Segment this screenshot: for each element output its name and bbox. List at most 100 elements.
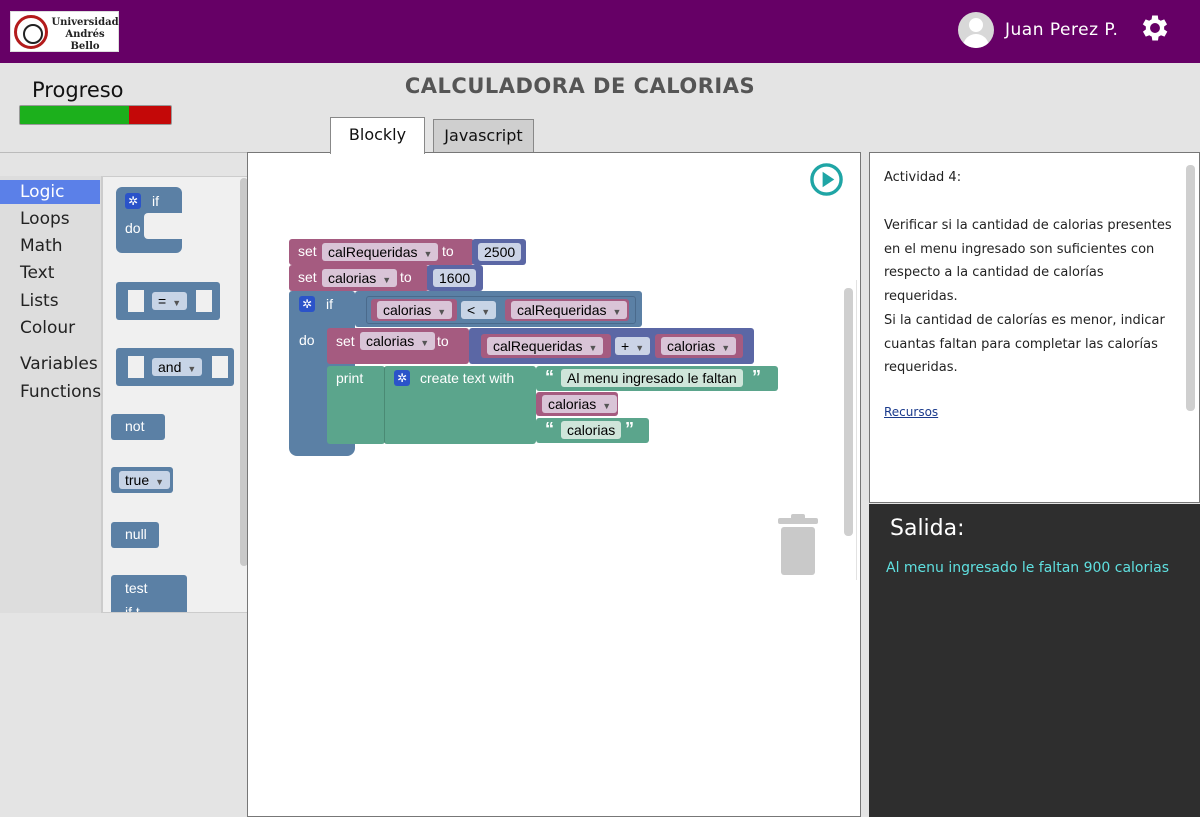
- arithmetic-op: +: [621, 338, 630, 354]
- and-slot-left: [128, 356, 144, 378]
- resources-link[interactable]: Recursos: [884, 405, 938, 419]
- arithmetic-block[interactable]: calRequeridas ▼ + ▼ calorias ▼: [469, 328, 754, 364]
- toolbox-category-variables[interactable]: Variables: [0, 352, 100, 376]
- tab-blockly[interactable]: Blockly: [330, 117, 425, 154]
- gear-icon[interactable]: [1138, 11, 1172, 45]
- get-calorias-block[interactable]: calorias ▼: [536, 392, 618, 416]
- mutator-gear-icon[interactable]: ✲: [394, 370, 410, 386]
- text-field[interactable]: Al menu ingresado le faltan: [561, 369, 743, 387]
- page-title: CALCULADORA DE CALORIAS: [404, 74, 756, 98]
- quote-close: ”: [625, 419, 634, 439]
- set-keyword: set: [298, 243, 317, 259]
- variable-dropdown[interactable]: calRequeridas ▼: [322, 243, 439, 261]
- and-op-dropdown[interactable]: and ▼: [152, 358, 203, 376]
- compare-op: =: [158, 293, 167, 309]
- mutator-gear-icon[interactable]: ✲: [125, 193, 141, 209]
- variable-name: calorias: [383, 302, 432, 318]
- toolbox-category-loops[interactable]: Loops: [0, 207, 100, 231]
- set-block-calorias-sum[interactable]: set calorias ▼ to: [327, 328, 469, 364]
- blockly-flyout: ✲ if do = ▼ and ▼ not true ▼ null test if t…: [102, 176, 252, 613]
- activity-title: Actividad 4:: [884, 170, 962, 185]
- activity-description: Verificar si la cantidad de calorias pre…: [884, 218, 1172, 304]
- variable-name: calorias: [328, 270, 377, 286]
- flyout-true-block[interactable]: true ▼: [111, 467, 173, 493]
- activity-scrollbar[interactable]: [1186, 165, 1195, 411]
- play-icon[interactable]: [809, 162, 844, 197]
- to-keyword: to: [400, 269, 412, 285]
- output-panel: [869, 504, 1200, 817]
- quote-close: ”: [752, 367, 761, 387]
- true-dropdown[interactable]: true ▼: [119, 471, 171, 489]
- university-seal-icon: [14, 15, 48, 49]
- text-block-1[interactable]: “ Al menu ingresado le faltan ”: [536, 366, 778, 391]
- variable-dropdown[interactable]: calRequeridas ▼: [511, 301, 628, 319]
- top-header: Universidad Andrés Bello Juan Perez P.: [0, 0, 1200, 63]
- variable-name: calorias: [548, 396, 597, 412]
- tab-javascript[interactable]: Javascript: [433, 119, 534, 153]
- variable-name: calorias: [366, 333, 415, 349]
- variable-dropdown[interactable]: calorias ▼: [542, 395, 618, 413]
- flyout-if-block[interactable]: ✲ if do: [116, 187, 184, 253]
- do-label: do: [125, 220, 141, 236]
- mutator-gear-icon[interactable]: ✲: [299, 296, 315, 312]
- user-avatar-icon[interactable]: [958, 12, 994, 48]
- variable-dropdown[interactable]: calorias ▼: [661, 337, 737, 355]
- number-field[interactable]: 1600: [433, 269, 477, 287]
- set-keyword: set: [336, 333, 355, 349]
- variable-dropdown[interactable]: calorias ▼: [377, 301, 453, 319]
- create-text-block[interactable]: ✲ create text with: [384, 366, 536, 444]
- get-calrequeridas-block[interactable]: calRequeridas ▼: [505, 299, 629, 321]
- text-field[interactable]: calorias: [561, 421, 622, 439]
- output-title: Salida:: [890, 516, 965, 541]
- toolbox-category-lists[interactable]: Lists: [0, 289, 100, 313]
- compare-slot-right: [196, 290, 212, 312]
- toolbox-category-colour[interactable]: Colour: [0, 316, 100, 340]
- compare-slot-left: [128, 290, 144, 312]
- variable-dropdown[interactable]: calRequeridas ▼: [487, 337, 604, 355]
- toolbox-category-math[interactable]: Math: [0, 234, 100, 258]
- if-notch: [144, 213, 184, 239]
- if-keyword: if: [326, 296, 333, 312]
- set-block-calrequeridas[interactable]: set calRequeridas ▼ to: [289, 239, 474, 265]
- get-calrequeridas-block[interactable]: calRequeridas ▼: [481, 334, 611, 358]
- get-calorias-block[interactable]: calorias ▼: [655, 334, 743, 358]
- compare-op-dropdown[interactable]: = ▼: [152, 292, 188, 310]
- variable-name: calorias: [667, 338, 716, 354]
- text-block-3[interactable]: “ calorias ”: [536, 418, 649, 443]
- get-calorias-block[interactable]: calorias ▼: [371, 299, 457, 321]
- create-text-label: create text with: [420, 370, 515, 386]
- progress-fill: [20, 106, 129, 124]
- null-label: null: [125, 526, 147, 542]
- flyout-compare-block[interactable]: = ▼: [116, 282, 220, 320]
- flyout-and-block[interactable]: and ▼: [116, 348, 234, 386]
- if-label: if: [152, 193, 159, 209]
- variable-dropdown[interactable]: calorias ▼: [360, 332, 436, 350]
- flyout-not-block[interactable]: not: [111, 414, 165, 440]
- flyout-null-block[interactable]: null: [111, 522, 159, 548]
- test-label-2: if t...: [125, 604, 152, 613]
- variable-dropdown[interactable]: calorias ▼: [322, 269, 398, 287]
- toolbox-category-text[interactable]: Text: [0, 261, 100, 285]
- compare-op-dropdown[interactable]: < ▼: [461, 301, 497, 319]
- set-block-calorias[interactable]: set calorias ▼ to: [289, 265, 429, 291]
- number-field[interactable]: 2500: [478, 243, 522, 261]
- blockly-toolbox: Logic Loops Math Text Lists Colour Varia…: [0, 176, 102, 613]
- toolbox-category-logic[interactable]: Logic: [0, 180, 100, 204]
- toolbox-category-functions[interactable]: Functions: [0, 380, 101, 404]
- print-block[interactable]: print: [327, 366, 385, 444]
- arithmetic-op-dropdown[interactable]: + ▼: [615, 337, 651, 355]
- number-block-1600[interactable]: 1600: [427, 265, 483, 291]
- do-keyword: do: [299, 332, 315, 348]
- not-label: not: [125, 418, 145, 434]
- compare-block[interactable]: calorias ▼ < ▼ calRequeridas ▼: [366, 296, 636, 324]
- number-block-2500[interactable]: 2500: [472, 239, 526, 265]
- print-keyword: print: [336, 370, 364, 386]
- flyout-ternary-block[interactable]: test if t...: [111, 575, 187, 613]
- trash-icon[interactable]: [776, 514, 820, 576]
- workspace-scrollbar[interactable]: [844, 288, 853, 536]
- university-logo[interactable]: Universidad Andrés Bello: [10, 11, 119, 52]
- user-name[interactable]: Juan Perez P.: [1005, 20, 1118, 40]
- to-keyword: to: [437, 333, 449, 349]
- variable-name: calRequeridas: [328, 244, 418, 260]
- true-label: true: [125, 472, 150, 488]
